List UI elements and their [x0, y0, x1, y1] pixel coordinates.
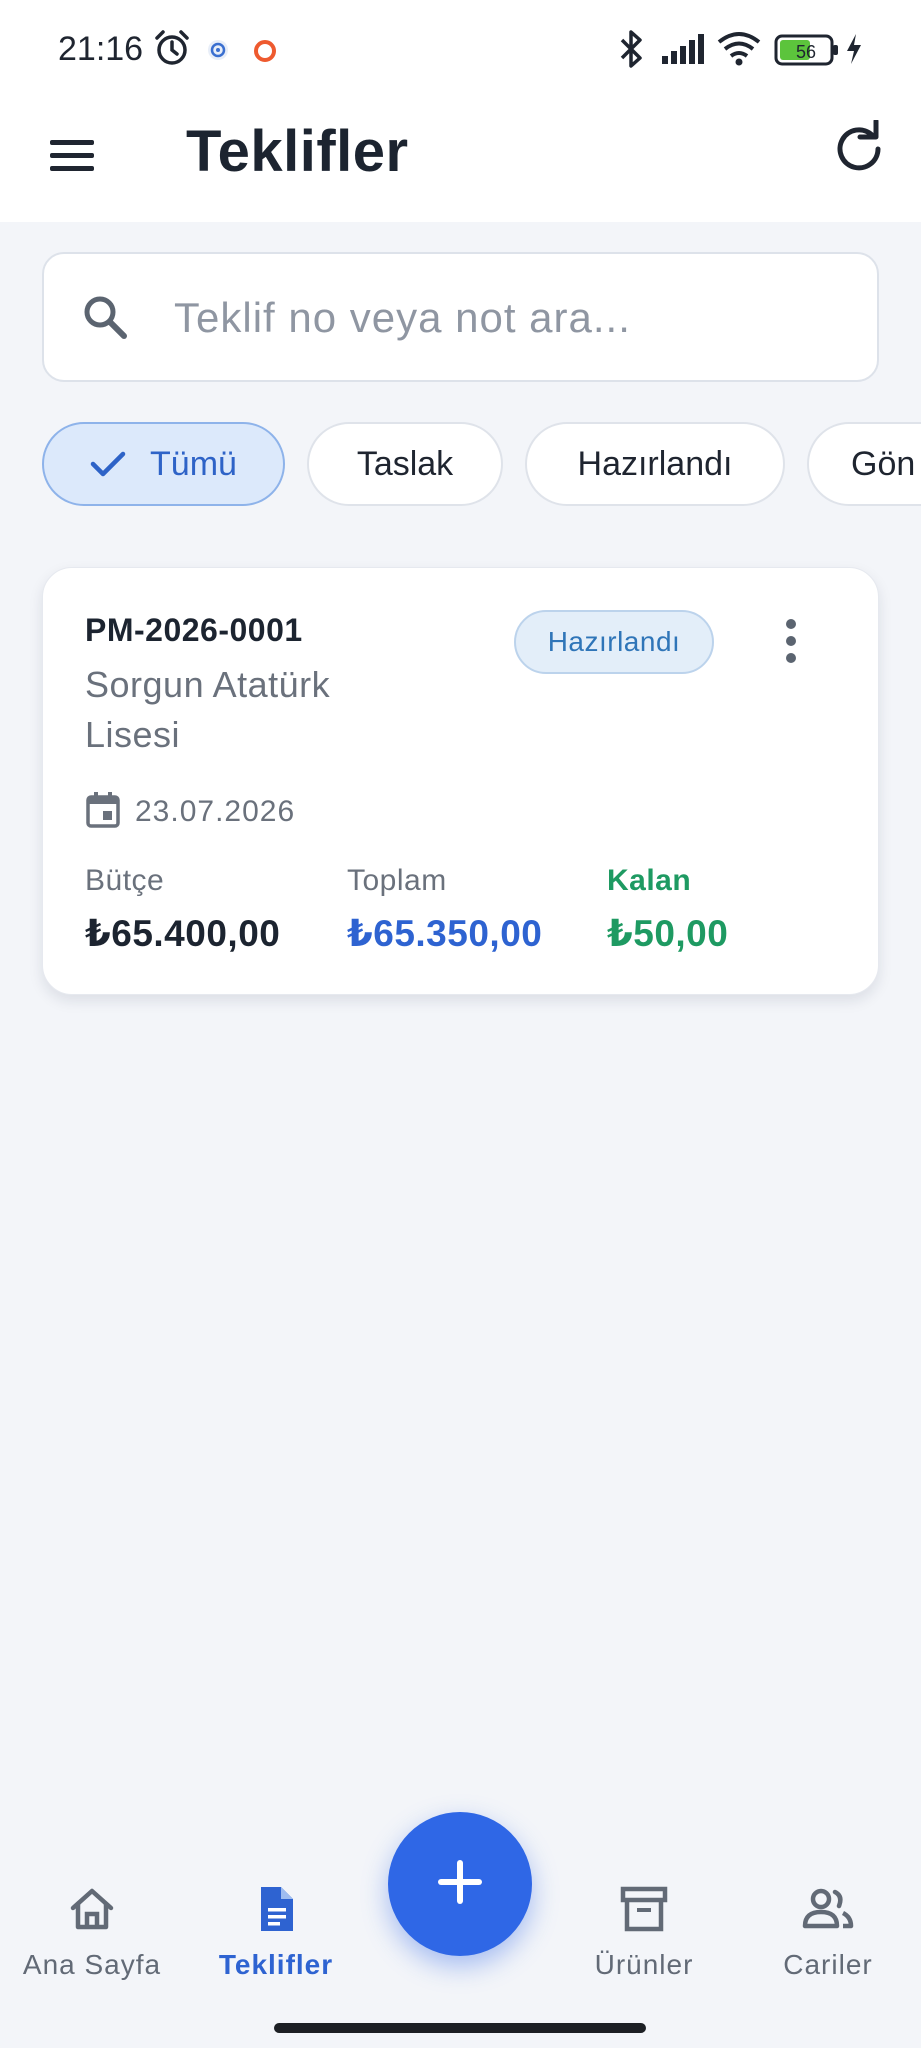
status-time: 21:16 [58, 30, 144, 68]
filter-chip-all[interactable]: Tümü [42, 422, 285, 506]
more-vertical-icon [783, 618, 799, 669]
quote-number: PM-2026-0001 [85, 612, 303, 648]
nav-label: Ürünler [594, 1949, 694, 1980]
search-icon [80, 292, 130, 347]
app-notification-icon [206, 38, 230, 67]
calendar-icon [85, 791, 121, 834]
search-input[interactable] [174, 282, 854, 354]
menu-button[interactable] [42, 128, 102, 188]
wifi-icon [716, 30, 762, 71]
nav-item-accounts[interactable]: Cariler [738, 1884, 918, 1981]
nav-label: Teklifler [218, 1949, 334, 1980]
total-value: ₺65.350,00 [347, 913, 543, 954]
svg-text:56: 56 [796, 42, 816, 62]
total-label: Toplam [347, 864, 447, 897]
signal-icon [660, 32, 708, 71]
quote-card[interactable]: PM-2026-0001 Sorgun Atatürk Lisesi Hazır… [42, 567, 879, 995]
plus-icon [434, 1856, 486, 1913]
remaining-label: Kalan [607, 864, 692, 897]
archive-icon [619, 1884, 669, 1939]
nav-label: Cariler [783, 1949, 873, 1980]
refresh-button[interactable] [830, 118, 888, 183]
refresh-icon [830, 118, 888, 182]
filter-chip-sent[interactable]: Gön [807, 422, 921, 506]
page-title: Teklifler [186, 119, 409, 184]
document-icon [251, 1884, 301, 1939]
charging-icon [844, 32, 864, 71]
filter-chip-label: Tümü [150, 444, 237, 483]
budget-label: Bütçe [85, 864, 165, 897]
add-quote-button[interactable] [388, 1812, 532, 1956]
filter-chip-draft[interactable]: Taslak [307, 422, 503, 506]
home-icon [67, 1884, 117, 1939]
filter-chip-prepared[interactable]: Hazırlandı [525, 422, 785, 506]
nav-item-home[interactable]: Ana Sayfa [2, 1884, 182, 1981]
filter-chip-label: Taslak [356, 444, 454, 483]
filter-chip-label: Hazırlandı [577, 444, 733, 483]
quote-customer: Sorgun Atatürk Lisesi [85, 664, 331, 755]
app-bar: Teklifler [0, 100, 921, 222]
nav-item-quotes[interactable]: Teklifler [186, 1884, 366, 1981]
budget-block: Bütçe ₺65.400,00 [85, 864, 280, 955]
battery-icon: 56 [774, 34, 840, 71]
search-box[interactable] [42, 252, 879, 382]
quote-date-row: 23.07.2026 [85, 790, 295, 834]
home-indicator [274, 2023, 646, 2033]
remaining-block: Kalan ₺50,00 [607, 864, 728, 955]
hamburger-menu-icon [48, 136, 96, 181]
nav-item-products[interactable]: Ürünler [554, 1884, 734, 1981]
app-notification-icon [252, 38, 278, 69]
total-block: Toplam ₺65.350,00 [347, 864, 542, 955]
check-icon [90, 450, 126, 478]
status-filter-chips: Tümü Taslak Hazırlandı Gön [0, 420, 921, 510]
nav-label: Ana Sayfa [22, 1949, 162, 1980]
status-bar: 21:16 56 [0, 0, 921, 100]
alarm-icon [152, 28, 192, 73]
people-icon [801, 1884, 855, 1939]
more-options-button[interactable] [763, 608, 819, 678]
bluetooth-icon [614, 28, 650, 75]
status-badge: Hazırlandı [514, 610, 714, 674]
filter-chip-label: Gön [851, 444, 916, 483]
quote-date: 23.07.2026 [135, 795, 296, 828]
remaining-value: ₺50,00 [607, 913, 729, 954]
budget-value: ₺65.400,00 [85, 913, 281, 954]
